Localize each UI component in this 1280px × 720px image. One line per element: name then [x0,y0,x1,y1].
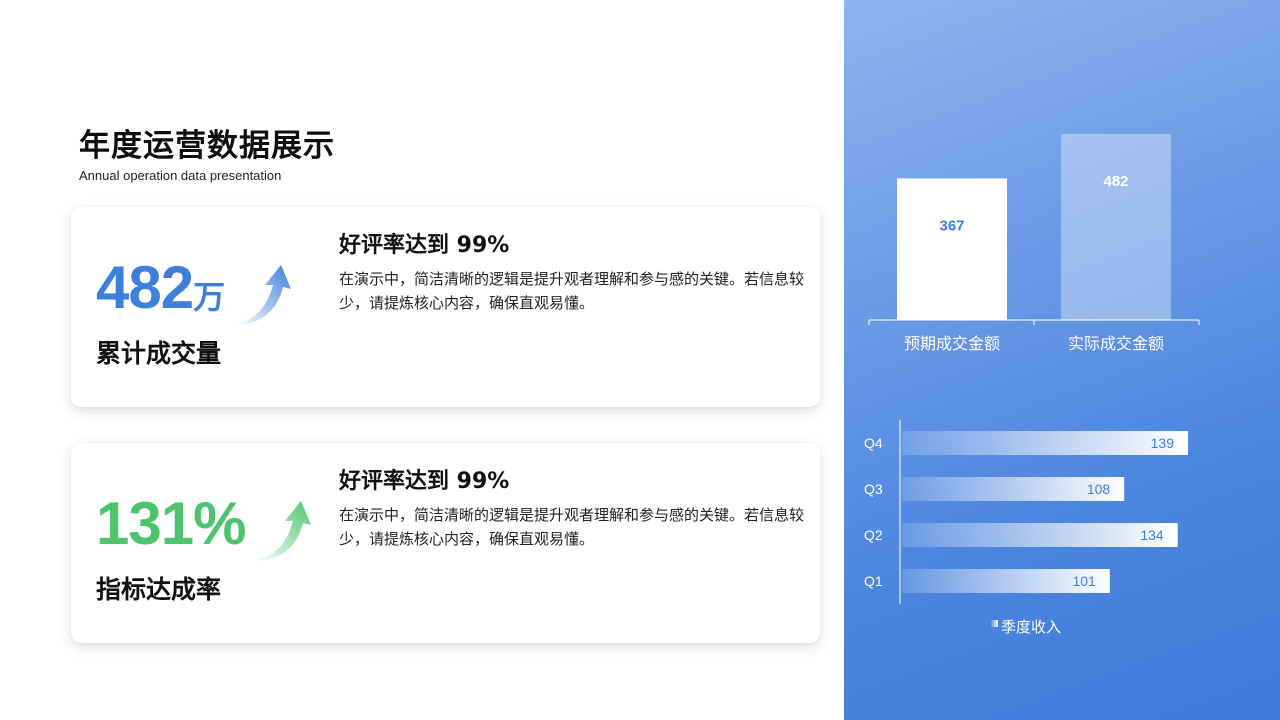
legend-label: 季度收入 [1001,618,1061,636]
page-subtitle: Annual operation data presentation [79,168,282,183]
expected-vs-actual-chart: 367 预期成交金额 482 实际成交金额 [868,134,1200,353]
bar-value-label: 101 [1072,573,1096,589]
metric-card-volume: 482万 累计成交量 好评率达到 99% 在演示中，简洁清晰的逻辑是提升观者理解… [71,207,820,407]
metric-card-achievement: 131% 指标达成率 好评率达到 99% 在演示中，简洁清晰的逻辑是提升观者理解… [71,443,820,643]
chart-panel: 367 预期成交金额 482 实际成交金额 101 Q1 134 Q2 108 Q3 139 Q4 季… [844,0,1280,720]
card-body-text: 在演示中，简洁清晰的逻辑是提升观者理解和参与感的关键。若信息较少，请提炼核心内容… [339,270,805,312]
y-tick-label: Q3 [864,481,883,497]
card-heading: 好评率达到 99% [339,469,510,494]
x-tick-label: 预期成交金额 [904,334,1000,353]
bar-q4 [902,431,1188,455]
quarterly-revenue-chart: 101 Q1 134 Q2 108 Q3 139 Q4 季度收入 [864,420,1188,636]
x-tick-label: 实际成交金额 [1068,334,1164,353]
charts-svg: 367 预期成交金额 482 实际成交金额 101 Q1 134 Q2 108 Q3 139 Q4 季… [864,134,1200,636]
page-title: 年度运营数据展示 [79,128,335,164]
y-tick-label: Q1 [864,573,883,589]
bar-1 [897,178,1007,320]
bar-value-label: 367 [939,217,964,234]
card-heading: 好评率达到 99% [339,233,510,258]
bar-q2 [902,523,1178,547]
y-tick-label: Q2 [864,527,883,543]
bar-value-label: 108 [1087,481,1111,497]
metric-value: 482万 [96,254,226,321]
card-body-text: 在演示中，简洁清晰的逻辑是提升观者理解和参与感的关键。若信息较少，请提炼核心内容… [339,506,805,548]
bar-value-label: 139 [1151,435,1175,451]
y-tick-label: Q4 [864,435,883,451]
legend-swatch [991,620,998,627]
bar-2 [1061,134,1171,320]
trend-up-arrow-icon [253,501,311,561]
metric-unit: 万 [193,279,226,315]
bar-value-label: 482 [1103,173,1128,190]
metric-label: 累计成交量 [96,339,222,368]
metric-label: 指标达成率 [96,575,222,604]
metric-value: 131% [96,490,246,557]
bar-value-label: 134 [1140,527,1164,543]
trend-up-arrow-icon [233,265,291,325]
